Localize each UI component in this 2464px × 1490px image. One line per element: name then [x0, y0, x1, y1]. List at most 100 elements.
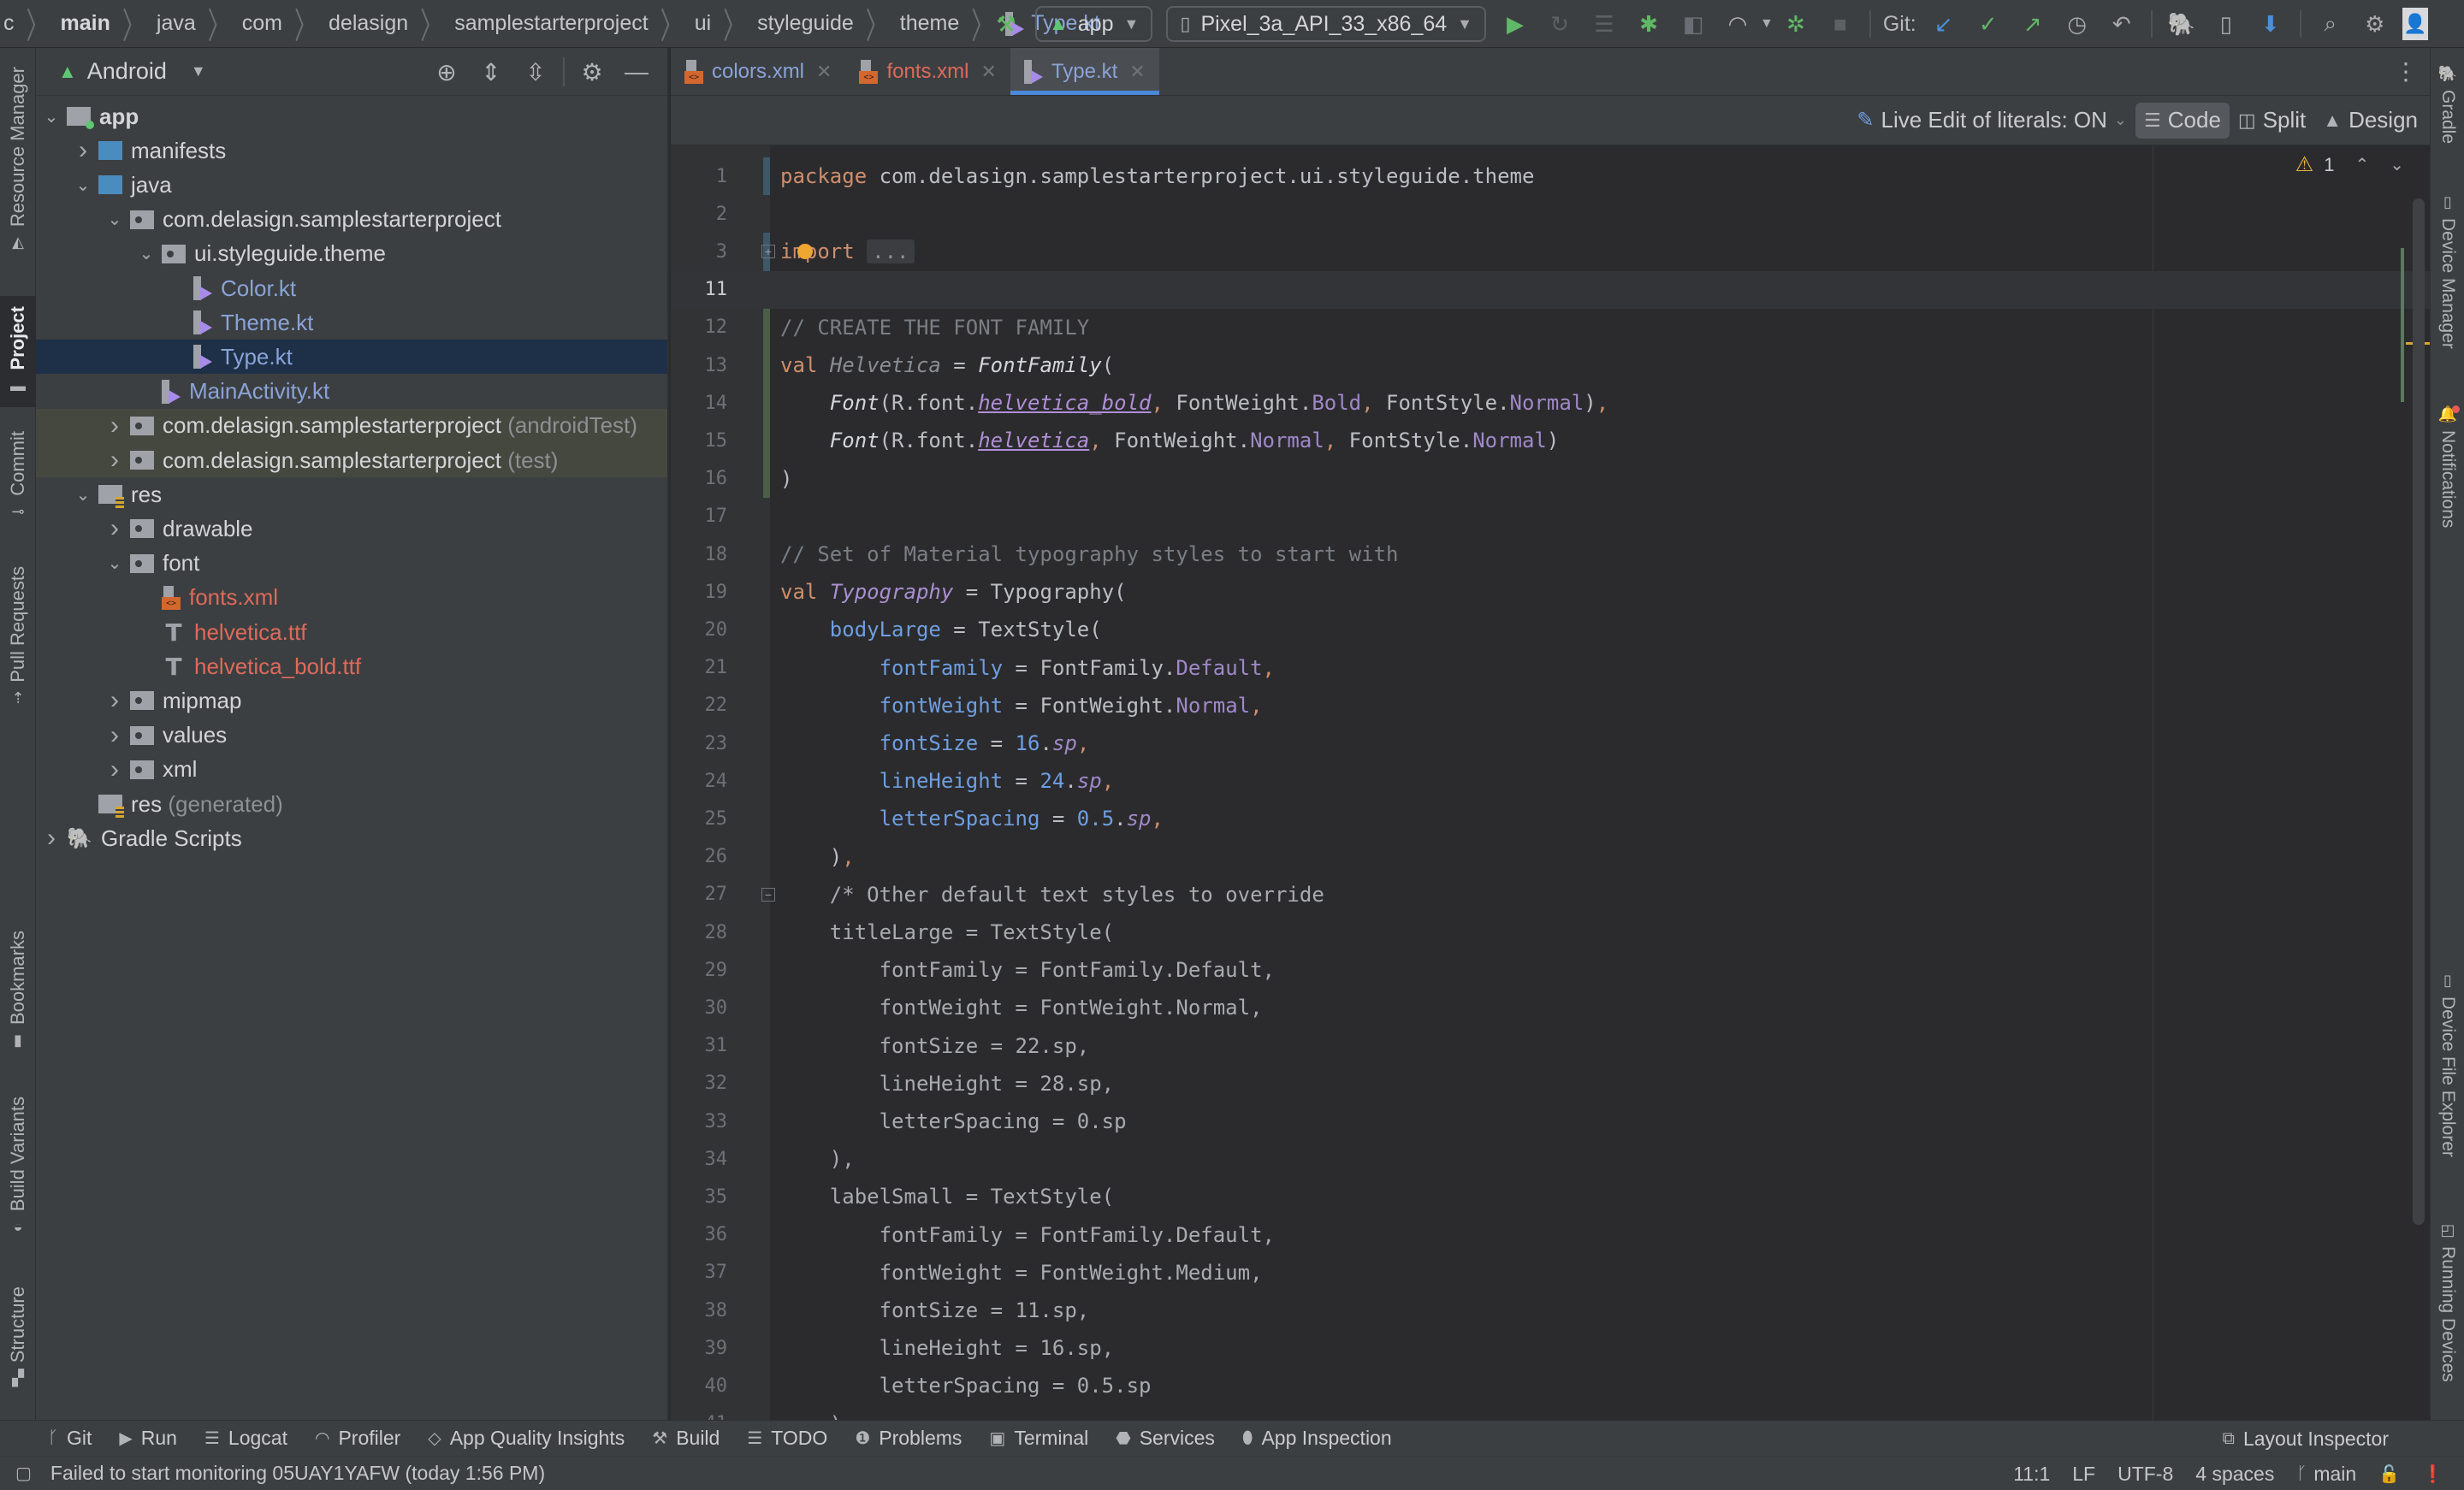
- tool-tab-gradle[interactable]: 🐘 Gradle: [2431, 65, 2464, 144]
- close-icon[interactable]: ✕: [1129, 61, 1145, 83]
- apply-changes-icon[interactable]: ☰: [1587, 7, 1621, 41]
- hammer-icon[interactable]: ⚒: [989, 7, 1023, 41]
- attach-debugger-icon[interactable]: ◧: [1676, 7, 1710, 41]
- code-line[interactable]: 37 fontWeight = FontWeight.Medium,: [671, 1254, 2430, 1292]
- line-number[interactable]: 12: [671, 316, 731, 338]
- device-select[interactable]: ▯ Pixel_3a_API_33_x86_64 ▼: [1166, 6, 1486, 42]
- toggle-tool-windows-icon[interactable]: ▢: [15, 1463, 32, 1484]
- line-number[interactable]: 11: [671, 279, 731, 300]
- tree-item[interactable]: Type.kt: [36, 340, 667, 375]
- line-number[interactable]: 33: [671, 1111, 731, 1132]
- tool-tab-running-devices[interactable]: ◰ Running Devices: [2431, 1221, 2464, 1382]
- tool-tab-structure[interactable]: Structure ▞: [0, 1286, 36, 1406]
- tree-item[interactable]: fonts.xml: [36, 581, 667, 615]
- tree-item[interactable]: ⌄ app: [36, 99, 667, 133]
- line-number[interactable]: 3: [671, 241, 731, 263]
- tree-item[interactable]: › xml: [36, 753, 667, 787]
- code-line[interactable]: 36 fontFamily = FontFamily.Default,: [671, 1216, 2430, 1254]
- line-number[interactable]: 15: [671, 430, 731, 452]
- code-line[interactable]: 26 ),: [671, 838, 2430, 876]
- project-view-select[interactable]: Android: [87, 58, 167, 85]
- tool-app-inspection[interactable]: ⬮ App Inspection: [1242, 1427, 1392, 1450]
- code-line[interactable]: 24 lineHeight = 24.sp,: [671, 762, 2430, 800]
- status-message[interactable]: ▢ Failed to start monitoring 05UAY1YAFW …: [0, 1462, 545, 1485]
- history-icon[interactable]: ◷: [2060, 7, 2094, 41]
- code-line[interactable]: 3 import ... +: [671, 233, 2430, 270]
- tree-item[interactable]: ⌄ font: [36, 547, 667, 581]
- chevron-down-icon[interactable]: ⌄: [136, 243, 157, 264]
- code-line[interactable]: 17: [671, 498, 2430, 535]
- stop-icon[interactable]: ■: [1823, 7, 1857, 41]
- tree-item[interactable]: › com.delasign.samplestarterproject (test…: [36, 443, 667, 477]
- tool-git[interactable]: ᚴ Git: [48, 1427, 92, 1450]
- line-number[interactable]: 24: [671, 771, 731, 792]
- line-number[interactable]: 18: [671, 544, 731, 565]
- profile-icon[interactable]: ◠: [1721, 7, 1755, 41]
- line-separator[interactable]: LF: [2072, 1463, 2095, 1486]
- breadcrumb-item[interactable]: samplestarterproject: [451, 11, 651, 36]
- line-number[interactable]: 26: [671, 846, 731, 867]
- line-number[interactable]: 38: [671, 1300, 731, 1321]
- tool-tab-resource-manager[interactable]: Resource Manager ◭: [0, 67, 36, 281]
- code-line[interactable]: 21 fontFamily = FontFamily.Default,: [671, 649, 2430, 687]
- code-line[interactable]: 34 ),: [671, 1140, 2430, 1178]
- chevron-down-icon[interactable]: ⌄: [2390, 154, 2404, 175]
- tab-type-kt[interactable]: Type.kt ✕: [1010, 48, 1159, 95]
- code-line[interactable]: 20 bodyLarge = TextStyle(: [671, 611, 2430, 648]
- view-mode-split[interactable]: ◫ Split: [2230, 103, 2314, 139]
- rollback-icon[interactable]: ↶: [2105, 7, 2139, 41]
- tool-problems[interactable]: ❶ Problems: [855, 1427, 962, 1450]
- tree-item[interactable]: ⌄ java: [36, 168, 667, 202]
- breadcrumb-item[interactable]: main: [57, 11, 114, 36]
- tool-tab-pull-requests[interactable]: Pull Requests ⇡: [0, 566, 36, 720]
- line-number[interactable]: 36: [671, 1224, 731, 1245]
- tab-colors-xml[interactable]: colors.xml ✕: [671, 48, 845, 95]
- code-line[interactable]: 19 val Typography = Typography(: [671, 573, 2430, 611]
- tree-item[interactable]: Color.kt: [36, 271, 667, 305]
- tree-item[interactable]: › manifests: [36, 133, 667, 168]
- tool-tab-bookmarks[interactable]: Bookmarks ▮: [0, 931, 36, 1067]
- live-edit-toggle[interactable]: ✎ Live Edit of literals: ON ⌄: [1848, 103, 2135, 139]
- tool-logcat[interactable]: ☰ Logcat: [204, 1427, 287, 1450]
- tree-item[interactable]: ⌄ ui.styleguide.theme: [36, 237, 667, 271]
- tree-item[interactable]: MainActivity.kt: [36, 375, 667, 409]
- chevron-up-icon[interactable]: ⌃: [2354, 154, 2369, 175]
- tool-run[interactable]: ▶ Run: [119, 1427, 177, 1450]
- chevron-down-icon[interactable]: ⌄: [41, 106, 62, 127]
- code-line[interactable]: 38 fontSize = 11.sp,: [671, 1292, 2430, 1329]
- breadcrumb-item[interactable]: theme: [897, 11, 962, 36]
- tree-item[interactable]: Thelvetica_bold.ttf: [36, 649, 667, 683]
- account-icon[interactable]: 👤: [2402, 8, 2428, 40]
- tree-item[interactable]: › mipmap: [36, 683, 667, 718]
- line-number[interactable]: 22: [671, 695, 731, 716]
- view-mode-design[interactable]: ▲ Design: [2314, 103, 2426, 139]
- chevron-down-icon[interactable]: ▼: [1760, 16, 1774, 32]
- code-line[interactable]: 27 /* Other default text styles to overr…: [671, 876, 2430, 914]
- indent-setting[interactable]: 4 spaces: [2195, 1463, 2274, 1486]
- rerun-icon[interactable]: ↻: [1543, 7, 1577, 41]
- chevron-down-icon[interactable]: ⌄: [104, 209, 125, 230]
- debug-attach-icon[interactable]: ✲: [1779, 7, 1813, 41]
- line-number[interactable]: 32: [671, 1073, 731, 1094]
- tool-terminal[interactable]: ▣ Terminal: [989, 1427, 1088, 1450]
- chevron-down-icon[interactable]: ▼: [191, 62, 206, 80]
- git-update-icon[interactable]: ↙: [1927, 7, 1961, 41]
- code-line[interactable]: 13 val Helvetica = FontFamily(: [671, 346, 2430, 384]
- run-config-select[interactable]: ▲ app ▼: [1035, 6, 1153, 42]
- code-line[interactable]: 39 lineHeight = 16.sp,: [671, 1329, 2430, 1367]
- tree-item[interactable]: › drawable: [36, 511, 667, 546]
- chevron-down-icon[interactable]: ⌄: [73, 484, 93, 506]
- debug-icon[interactable]: ✱: [1632, 7, 1666, 41]
- git-commit-icon[interactable]: ✓: [1971, 7, 2005, 41]
- tree-item[interactable]: res (generated): [36, 787, 667, 821]
- breadcrumb-item[interactable]: ui: [691, 11, 714, 36]
- breadcrumb-item[interactable]: com: [239, 11, 286, 36]
- close-icon[interactable]: ✕: [980, 61, 996, 83]
- tool-app-quality-insights[interactable]: ◇ App Quality Insights: [428, 1427, 625, 1450]
- chevron-down-icon[interactable]: ⌄: [104, 553, 125, 574]
- tool-tab-build-variants[interactable]: Build Variants ◒: [0, 1097, 36, 1251]
- tree-item[interactable]: › com.delasign.samplestarterproject (andr…: [36, 408, 667, 443]
- code-line[interactable]: 29 fontFamily = FontFamily.Default,: [671, 951, 2430, 989]
- code-line[interactable]: 15 Font(R.font.helvetica, FontWeight.Nor…: [671, 422, 2430, 459]
- chevron-down-icon[interactable]: ⌄: [73, 174, 93, 196]
